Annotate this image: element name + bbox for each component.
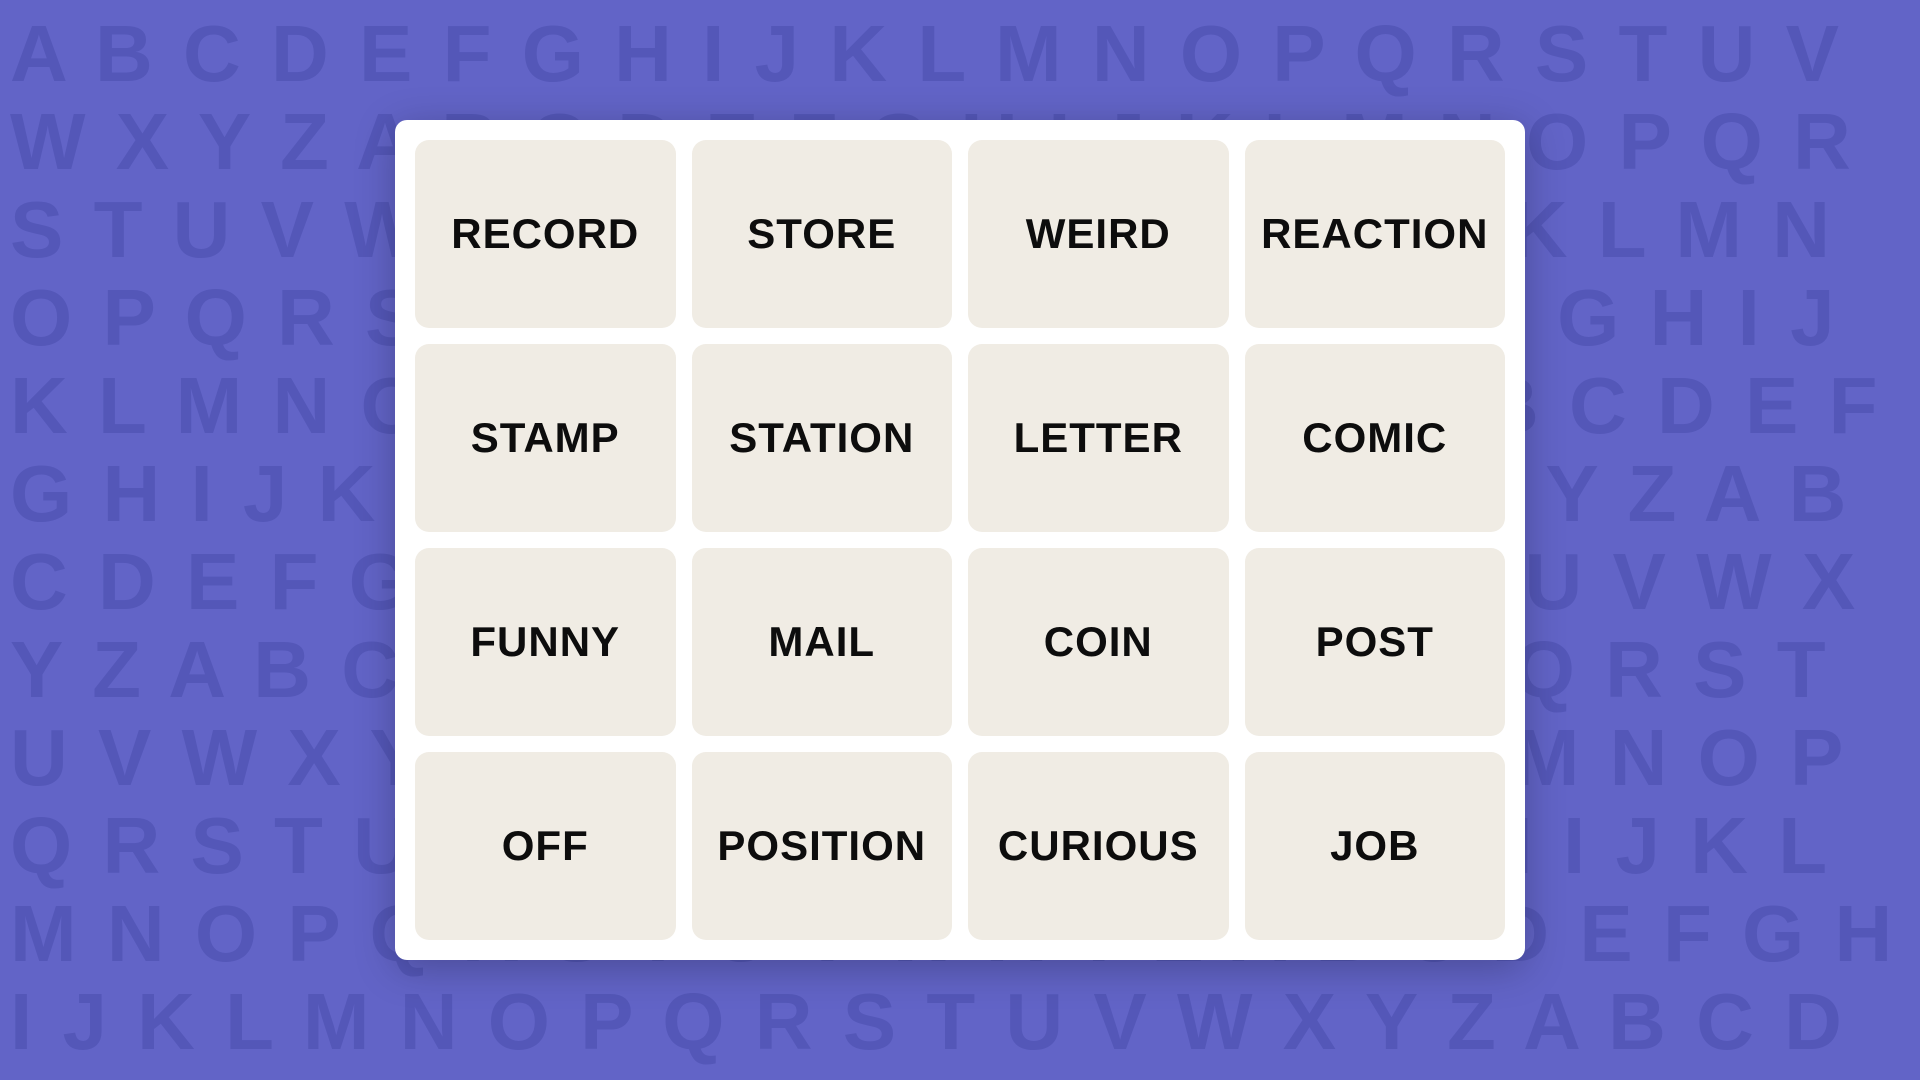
word-label-reaction: REACTION (1261, 210, 1488, 258)
word-label-mail: MAIL (768, 618, 875, 666)
word-card-curious[interactable]: CURIOUS (968, 752, 1229, 940)
word-label-station: STATION (729, 414, 914, 462)
word-label-funny: FUNNY (470, 618, 620, 666)
word-card-comic[interactable]: COMIC (1245, 344, 1506, 532)
word-card-record[interactable]: RECORD (415, 140, 676, 328)
word-card-off[interactable]: OFF (415, 752, 676, 940)
word-label-position: POSITION (717, 822, 926, 870)
word-label-job: JOB (1330, 822, 1419, 870)
word-label-post: POST (1316, 618, 1434, 666)
word-label-weird: WEIRD (1026, 210, 1171, 258)
word-grid: RECORD STORE WEIRD REACTION STAMP STATION LETT… (395, 120, 1525, 960)
word-card-funny[interactable]: FUNNY (415, 548, 676, 736)
word-card-stamp[interactable]: STAMP (415, 344, 676, 532)
word-label-store: STORE (747, 210, 896, 258)
word-card-station[interactable]: STATION (692, 344, 953, 532)
word-label-letter: LETTER (1014, 414, 1183, 462)
word-label-curious: CURIOUS (998, 822, 1199, 870)
word-card-weird[interactable]: WEIRD (968, 140, 1229, 328)
word-card-job[interactable]: JOB (1245, 752, 1506, 940)
word-card-letter[interactable]: LETTER (968, 344, 1229, 532)
word-card-post[interactable]: POST (1245, 548, 1506, 736)
word-card-mail[interactable]: MAIL (692, 548, 953, 736)
word-label-off: OFF (502, 822, 589, 870)
word-label-stamp: STAMP (471, 414, 620, 462)
word-card-reaction[interactable]: REACTION (1245, 140, 1506, 328)
word-card-coin[interactable]: COIN (968, 548, 1229, 736)
word-label-comic: COMIC (1302, 414, 1447, 462)
word-label-record: RECORD (451, 210, 639, 258)
word-label-coin: COIN (1044, 618, 1153, 666)
word-card-position[interactable]: POSITION (692, 752, 953, 940)
word-card-store[interactable]: STORE (692, 140, 953, 328)
